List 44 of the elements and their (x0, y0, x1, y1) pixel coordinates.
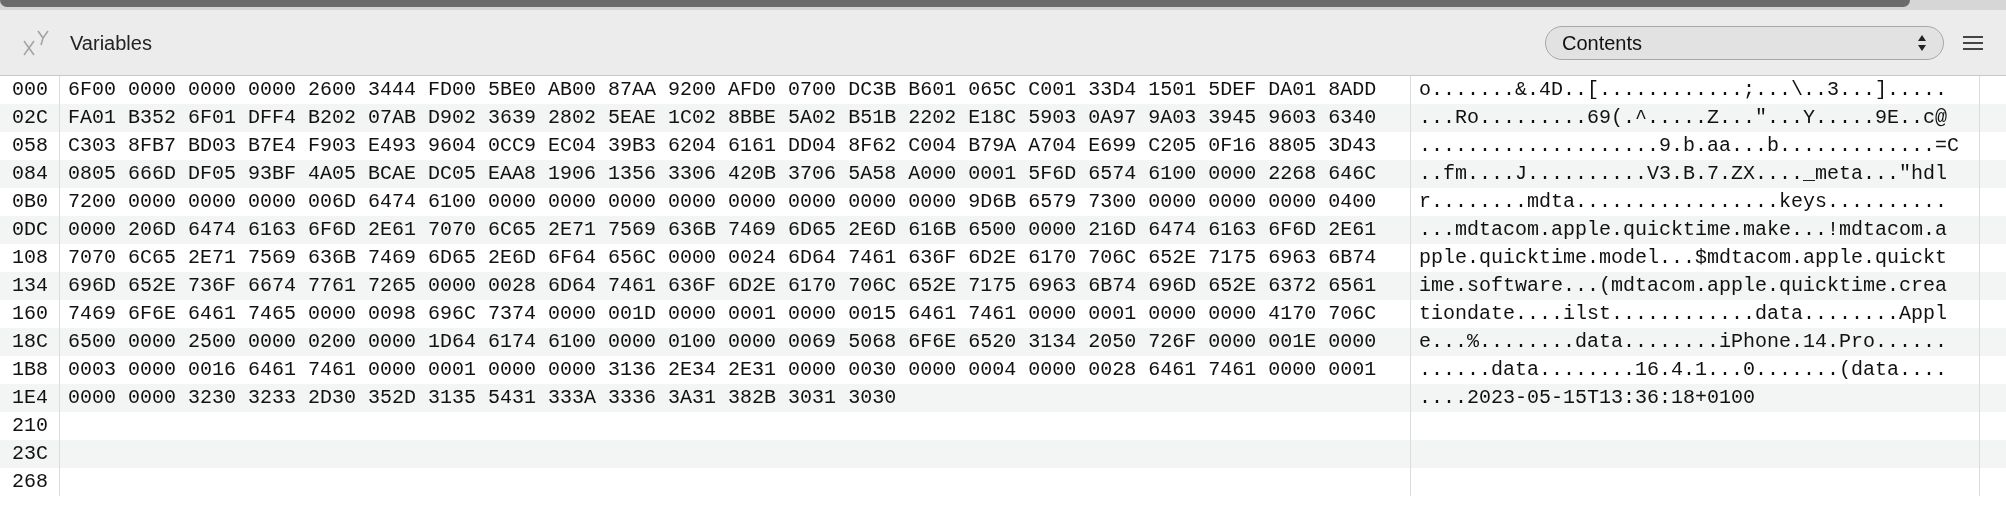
ascii-text: r........mdta.................keys.......... (1419, 189, 1948, 215)
offset-label: 084 (12, 161, 48, 187)
hex-bytes: 0003 0000 0016 6461 7461 0000 0001 0000 0000 3136 2E34 2E31 0000 0030 0000 0004 0000 0028 6461 7461 0000 0001 (68, 357, 1377, 383)
hex-bytes: 6F00 0000 0000 0000 2600 3444 FD00 5BE0 AB00 87AA 9200 AFD0 0700 DC3B B601 065C C001 33D4 1501 5DEF DA01 8ADD (68, 77, 1377, 103)
offset-label: 134 (12, 273, 48, 299)
hex-bytes: 6500 0000 2500 0000 0200 0000 1D64 6174 6100 0000 0100 0000 0069 5068 6F6E 6520 3134 2050 726F 0000 001E 0000 (68, 329, 1377, 355)
ascii-text: ...mdtacom.apple.quicktime.make...!mdtacom.a (1419, 217, 1948, 243)
offset-label: 000 (12, 77, 48, 103)
ascii-text: ....................9.b.aa...b.............=C (1419, 133, 1960, 159)
ascii-text: ..fm....J..........V3.B.7.ZX...._meta..."hdl (1419, 161, 1948, 187)
offset-label: 23C (12, 441, 48, 467)
ascii-text: ...Ro.........69(.^.....Z..."...Y.....9E..c@ (1419, 105, 1948, 131)
offset-label: 268 (12, 469, 48, 495)
hex-bytes: 0000 206D 6474 6163 6F6D 2E61 7070 6C65 2E71 7569 636B 7469 6D65 2E6D 616B 6500 0000 216D 6474 6163 6F6D 2E61 (68, 217, 1377, 243)
ascii-text: o.......&.4D..[............;...\..3...]..... (1419, 77, 1948, 103)
offset-label: 160 (12, 301, 48, 327)
offset-label: 1B8 (12, 357, 48, 383)
hex-bytes: 7200 0000 0000 0000 006D 6474 6100 0000 0000 0000 0000 0000 0000 0000 0000 9D6B 6579 7300 0000 0000 0000 0400 (68, 189, 1377, 215)
ascii-text: ....2023-05-15T13:36:18+0100 (1419, 385, 1756, 411)
contents-dropdown[interactable]: Contents (1545, 25, 1944, 60)
offset-label: 18C (12, 329, 48, 355)
ascii-text: e...%........data........iPhone.14.Pro...... (1419, 329, 1948, 355)
offset-label: 0B0 (12, 189, 48, 215)
offset-label: 02C (12, 105, 48, 131)
ascii-text: tiondate....ilst............data........Appl (1419, 301, 1948, 327)
hex-bytes: 0805 666D DF05 93BF 4A05 BCAE DC05 EAA8 1906 1356 3306 420B 3706 5A58 A000 0001 5F6D 6574 6100 0000 2268 646C (68, 161, 1377, 187)
ascii-text: ......data........16.4.1...0.......(data.... (1419, 357, 1948, 383)
offset-label: 1E4 (12, 385, 48, 411)
menu-icon[interactable] (1962, 34, 1984, 51)
panel-title: Variables (70, 30, 152, 56)
offset-label: 210 (12, 413, 48, 439)
hex-bytes: 7469 6F6E 6461 7465 0000 0098 696C 7374 0000 001D 0000 0001 0000 0015 6461 7461 0000 0001 0000 0000 4170 706C (68, 301, 1377, 327)
hex-bytes: 0000 0000 3230 3233 2D30 352D 3135 5431 333A 3336 3A31 382B 3031 3030 (68, 385, 897, 411)
updown-icon (1917, 33, 1927, 52)
ascii-text: pple.quicktime.model...$mdtacom.apple.quickt (1419, 245, 1948, 271)
hex-bytes: FA01 B352 6F01 DFF4 B202 07AB D902 3639 2802 5EAE 1C02 8BBE 5A02 B51B 2202 E18C 5903 0A97 9A03 3945 9603 6340 (68, 105, 1377, 131)
hex-bytes: 7070 6C65 2E71 7569 636B 7469 6D65 2E6D 6F64 656C 0000 0024 6D64 7461 636F 6D2E 6170 706C 652E 7175 6963 6B74 (68, 245, 1377, 271)
hex-bytes: 696D 652E 736F 6674 7761 7265 0000 0028 6D64 7461 636F 6D2E 6170 706C 652E 7175 6963 6B74 696D 652E 6372 6561 (68, 273, 1377, 299)
offset-label: 058 (12, 133, 48, 159)
offset-label: 0DC (12, 217, 48, 243)
offset-label: 108 (12, 245, 48, 271)
scrollbar-thumb[interactable] (0, 0, 1910, 7)
ascii-text: ime.software...(mdtacom.apple.quicktime.crea (1419, 273, 1948, 299)
hex-bytes: C303 8FB7 BD03 B7E4 F903 E493 9604 0CC9 EC04 39B3 6204 6161 DD04 8F62 C004 B79A A704 E699 C205 0F16 8805 3D43 (68, 133, 1377, 159)
